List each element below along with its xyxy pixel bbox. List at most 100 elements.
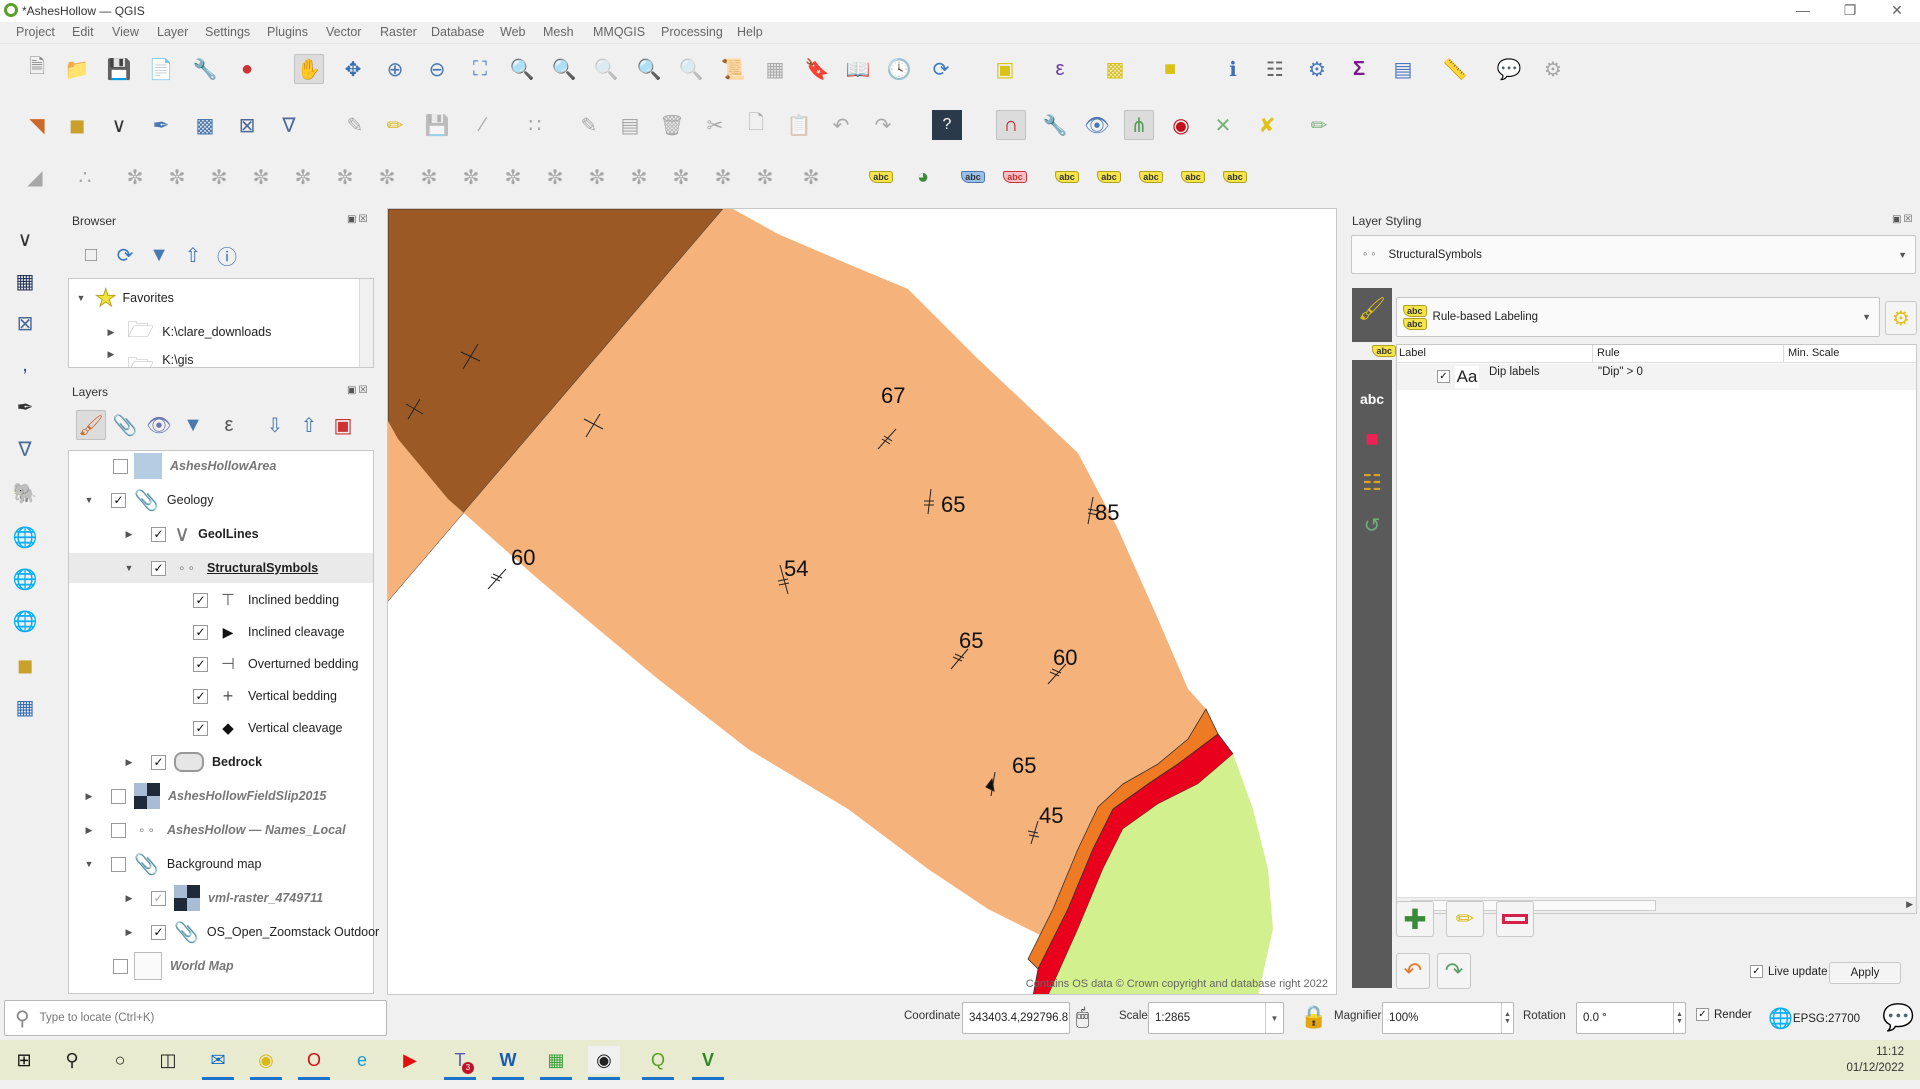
- masks-abc-icon[interactable]: abc: [1357, 384, 1387, 414]
- advanced-snapping-config-icon[interactable]: 🔧: [1040, 110, 1070, 140]
- menu-mmqgis[interactable]: MMQGIS: [593, 25, 645, 39]
- collapse-all-icon[interactable]: ⇧: [178, 240, 208, 270]
- rotate-feature-icon[interactable]: ✼: [120, 162, 150, 192]
- column-header-rule[interactable]: Rule: [1592, 345, 1620, 363]
- browser-item-clare-downloads[interactable]: ▶ 🗁 K:\clare_downloads: [105, 317, 272, 347]
- add-postgis-icon[interactable]: 🐘: [10, 478, 40, 508]
- libreoffice-calc-icon[interactable]: ▦: [540, 1046, 572, 1080]
- redo-icon[interactable]: ↷: [868, 110, 898, 140]
- legend-item[interactable]: ✓ ▶ Inclined cleavage: [193, 617, 345, 647]
- expand-arrow-icon[interactable]: ▶: [123, 529, 135, 540]
- layer-checkbox[interactable]: [113, 458, 128, 474]
- layer-item[interactable]: AshesHollowArea: [113, 451, 276, 481]
- save-edits-icon[interactable]: 💾: [422, 110, 452, 140]
- layer-checkbox[interactable]: ✓: [151, 924, 166, 940]
- delete-selected-icon[interactable]: 🗑: [657, 110, 687, 140]
- add-part-icon[interactable]: ✼: [204, 162, 234, 192]
- cortana-icon[interactable]: ○: [104, 1046, 136, 1074]
- remove-layer-icon[interactable]: ▣: [328, 410, 358, 440]
- menu-web[interactable]: Web: [500, 25, 525, 39]
- cut-features-icon[interactable]: ✂: [700, 110, 730, 140]
- transform-icon[interactable]: ✼: [796, 162, 826, 192]
- layer-item[interactable]: ▶ ∘∘ AshesHollow — Names_Local: [83, 815, 346, 845]
- add-mesh-layer-icon[interactable]: ⊠: [10, 308, 40, 338]
- open-layer-styling-icon[interactable]: 🖌: [76, 410, 106, 440]
- labels-tab-active[interactable]: abc: [1346, 342, 1398, 360]
- fill-ring-icon[interactable]: ✼: [246, 162, 276, 192]
- outlook-icon[interactable]: ✉: [202, 1046, 234, 1080]
- data-source-manager-icon[interactable]: ◥: [22, 110, 52, 140]
- column-header-label[interactable]: Label: [1399, 347, 1426, 359]
- identify-features-icon[interactable]: ℹ: [1218, 54, 1248, 84]
- layer-item-selected[interactable]: ▼ ✓ ∘∘ StructuralSymbols: [69, 553, 373, 583]
- messages-icon[interactable]: 💬: [1882, 1002, 1914, 1033]
- expand-arrow-icon[interactable]: ▼: [83, 495, 95, 505]
- vertex-tool-icon[interactable]: ∷: [520, 110, 550, 140]
- current-edits-icon[interactable]: ✎: [340, 110, 370, 140]
- refresh-icon[interactable]: ⟳: [926, 54, 956, 84]
- column-header-min-scale[interactable]: Min. Scale: [1783, 345, 1839, 363]
- layer-checkbox[interactable]: ✓: [111, 492, 126, 508]
- measure-line-icon[interactable]: 📏: [1440, 54, 1470, 84]
- teams-icon[interactable]: T3: [444, 1046, 476, 1080]
- layer-checkbox[interactable]: ✓: [151, 560, 166, 576]
- undo-button[interactable]: ↶: [1396, 953, 1430, 989]
- temporal-controller-icon[interactable]: 🕓: [884, 54, 914, 84]
- manage-map-themes-icon[interactable]: 👁: [144, 410, 174, 440]
- tracing-icon[interactable]: ◉: [1166, 110, 1196, 140]
- opera-icon[interactable]: O: [298, 1046, 330, 1080]
- filter-legend-icon[interactable]: ▼: [178, 410, 208, 440]
- renderer-select-combo[interactable]: abc abc Rule-based Labeling ▼: [1396, 297, 1880, 337]
- collapse-all-layers-icon[interactable]: ⇧: [294, 410, 324, 440]
- change-label-icon[interactable]: abc: [1220, 162, 1250, 192]
- undo-icon[interactable]: ↶: [826, 110, 856, 140]
- statistical-summary-icon[interactable]: Σ: [1344, 54, 1374, 84]
- map-tips-icon[interactable]: 💬: [1494, 54, 1524, 84]
- help-icon[interactable]: ?: [932, 110, 962, 140]
- live-update-toggle[interactable]: ✓ Live update: [1750, 965, 1827, 978]
- labeling-settings-gear-button[interactable]: ⚙: [1885, 301, 1917, 335]
- yellow-app-icon[interactable]: ◉: [250, 1046, 282, 1080]
- expand-arrow-icon[interactable]: ▶: [105, 349, 117, 360]
- add-wcs-icon[interactable]: 🌐: [10, 564, 40, 594]
- rotate-point-symbols-icon[interactable]: ✼: [666, 162, 696, 192]
- split-features-icon[interactable]: ✘: [1252, 110, 1282, 140]
- spin-arrows-icon[interactable]: ▲ ▼: [1673, 1003, 1685, 1033]
- merge-features-icon[interactable]: ✼: [582, 162, 612, 192]
- rule-checkbox[interactable]: ✓: [1437, 370, 1450, 383]
- menu-project[interactable]: Project: [16, 25, 55, 39]
- menu-help[interactable]: Help: [737, 25, 763, 39]
- rotation-spinbox[interactable]: 0.0 ° ▲ ▼: [1576, 1002, 1686, 1034]
- trim-extend-icon[interactable]: ✼: [498, 162, 528, 192]
- layer-item[interactable]: ▶ ✓ Bedrock: [123, 747, 262, 777]
- paste-features-icon[interactable]: 📋: [784, 110, 814, 140]
- layer-checkbox[interactable]: ✓: [151, 754, 166, 770]
- add-ring-icon[interactable]: ∴: [70, 162, 100, 192]
- pan-map-icon[interactable]: ✋: [294, 54, 324, 84]
- browser-item-favorites[interactable]: ▼ ★ Favorites: [75, 283, 174, 313]
- qgis-taskbar-icon[interactable]: Q: [642, 1046, 674, 1080]
- self-snapping-icon[interactable]: ✕: [1208, 110, 1238, 140]
- add-spatialite-icon[interactable]: ✒: [10, 392, 40, 422]
- expand-arrow-icon[interactable]: ▼: [123, 563, 135, 573]
- browser-dock-buttons[interactable]: ▣☒: [347, 214, 369, 225]
- layer-group-geology[interactable]: ▼ ✓ 📎 Geology: [83, 485, 214, 515]
- menu-mesh[interactable]: Mesh: [543, 25, 574, 39]
- menu-edit[interactable]: Edit: [72, 25, 94, 39]
- menu-settings[interactable]: Settings: [205, 25, 250, 39]
- label-settings-icon[interactable]: abc: [866, 162, 896, 192]
- history-icon[interactable]: ↺: [1357, 510, 1387, 540]
- merge-attributes-icon[interactable]: ✼: [624, 162, 654, 192]
- layer-checkbox[interactable]: [111, 788, 126, 804]
- split-parts-icon[interactable]: ✼: [540, 162, 570, 192]
- toggle-label-display-icon[interactable]: abc: [1000, 162, 1030, 192]
- legend-item[interactable]: ✓ ⊣ Overturned bedding: [193, 649, 359, 679]
- magnifier-spinbox[interactable]: 100% ▲ ▼: [1382, 1002, 1514, 1034]
- style-manager-icon[interactable]: 🔧: [190, 54, 220, 84]
- task-view-icon[interactable]: ◫: [152, 1046, 184, 1074]
- expand-arrow-icon[interactable]: ▶: [123, 927, 135, 938]
- select-by-location-icon[interactable]: ■: [1155, 54, 1185, 84]
- legend-checkbox[interactable]: ✓: [193, 688, 208, 704]
- expand-arrow-icon[interactable]: ▼: [83, 859, 95, 869]
- youtube-icon[interactable]: ▶: [394, 1046, 426, 1074]
